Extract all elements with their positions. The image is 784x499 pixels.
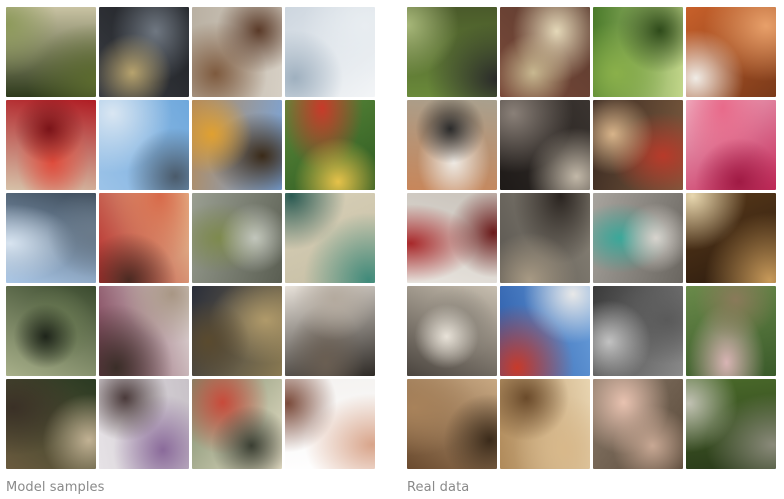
real-image-tile — [500, 100, 590, 190]
model-samples-grid — [6, 7, 377, 469]
model-image-tile — [285, 379, 375, 469]
model-image-tile — [6, 379, 96, 469]
model-image-tile — [285, 193, 375, 283]
real-data-panel — [407, 7, 778, 469]
model-image-tile — [99, 193, 189, 283]
real-image-tile — [686, 100, 776, 190]
model-image-tile — [192, 7, 282, 97]
model-image-tile — [285, 100, 375, 190]
real-image-tile — [500, 7, 590, 97]
model-image-tile — [6, 100, 96, 190]
real-image-tile — [686, 193, 776, 283]
model-samples-caption: Model samples — [6, 480, 105, 495]
real-image-tile — [407, 286, 497, 376]
model-image-tile — [6, 286, 96, 376]
model-image-tile — [6, 193, 96, 283]
model-image-tile — [285, 7, 375, 97]
model-image-tile — [192, 193, 282, 283]
model-image-tile — [99, 379, 189, 469]
real-image-tile — [686, 286, 776, 376]
real-image-tile — [407, 379, 497, 469]
real-image-tile — [686, 7, 776, 97]
model-samples-panel — [6, 7, 377, 469]
real-image-tile — [593, 100, 683, 190]
model-image-tile — [99, 286, 189, 376]
real-image-tile — [407, 193, 497, 283]
model-image-tile — [192, 100, 282, 190]
real-image-tile — [593, 286, 683, 376]
model-image-tile — [99, 100, 189, 190]
real-image-tile — [593, 7, 683, 97]
model-image-tile — [192, 379, 282, 469]
model-image-tile — [192, 286, 282, 376]
model-image-tile — [285, 286, 375, 376]
real-image-tile — [500, 286, 590, 376]
real-image-tile — [686, 379, 776, 469]
real-image-tile — [407, 100, 497, 190]
model-image-tile — [99, 7, 189, 97]
real-data-grid — [407, 7, 778, 469]
real-image-tile — [500, 193, 590, 283]
model-image-tile — [6, 7, 96, 97]
real-data-caption: Real data — [407, 480, 470, 495]
real-image-tile — [407, 7, 497, 97]
real-image-tile — [593, 193, 683, 283]
real-image-tile — [593, 379, 683, 469]
real-image-tile — [500, 379, 590, 469]
